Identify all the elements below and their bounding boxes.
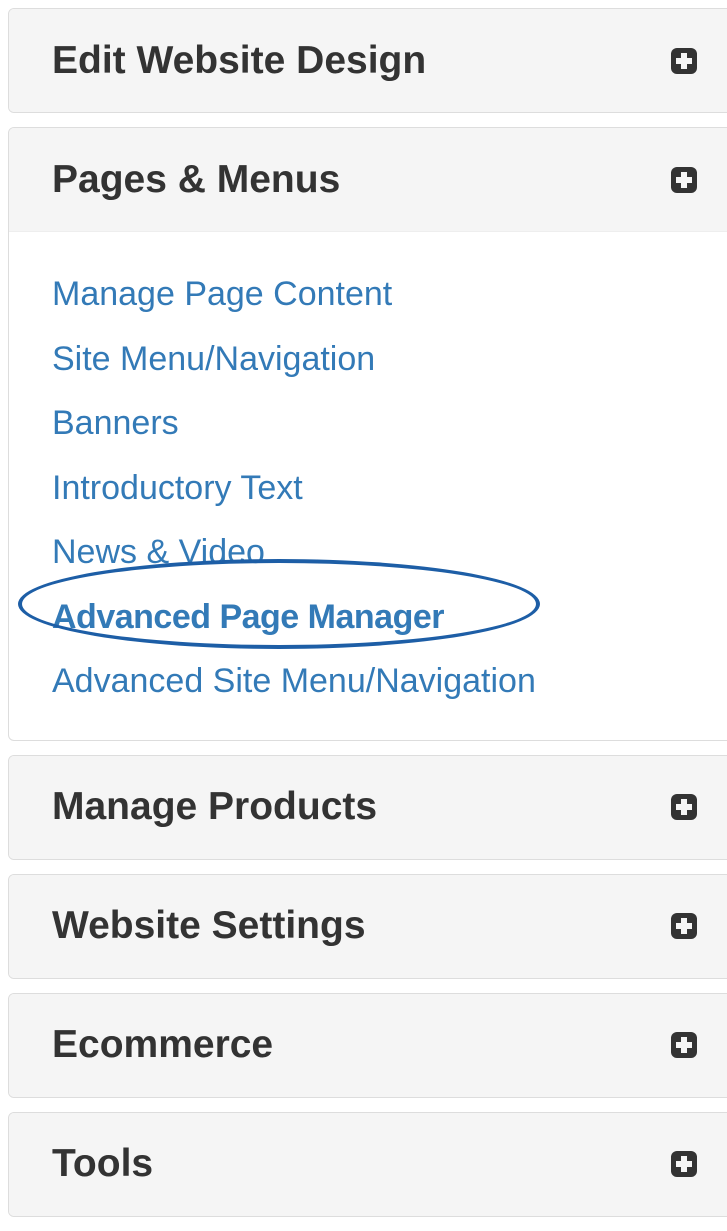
panel-heading-ecommerce[interactable]: Ecommerce [9, 993, 727, 1097]
plus-square-icon[interactable] [671, 47, 697, 74]
link-advanced-site-menu-navigation[interactable]: Advanced Site Menu/Navigation [52, 649, 727, 714]
panel-title: Tools [52, 1142, 154, 1185]
panel-heading-pages-menus[interactable]: Pages & Menus [9, 128, 727, 232]
plus-square-icon[interactable] [671, 1032, 697, 1058]
panel-title: Edit Website Design [52, 38, 427, 82]
panel-title: Manage Products [52, 785, 378, 828]
panel-title: Pages & Menus [52, 157, 341, 201]
link-manage-page-content[interactable]: Manage Page Content [52, 262, 727, 327]
panel-body-pages-menus: Manage Page Content Site Menu/Navigation… [9, 232, 727, 740]
panel-edit-website-design: Edit Website Design [8, 8, 727, 113]
panel-ecommerce: Ecommerce [8, 992, 727, 1098]
link-introductory-text[interactable]: Introductory Text [52, 456, 727, 521]
plus-square-icon[interactable] [671, 166, 697, 193]
panel-heading-tools[interactable]: Tools [9, 1112, 727, 1216]
panel-website-settings: Website Settings [8, 873, 727, 979]
link-banners[interactable]: Banners [52, 391, 727, 456]
plus-square-icon[interactable] [671, 1151, 697, 1177]
panel-heading-website-settings[interactable]: Website Settings [9, 874, 727, 978]
panel-tools: Tools [8, 1111, 727, 1217]
plus-square-icon[interactable] [671, 913, 697, 939]
link-news-video[interactable]: News & Video [52, 520, 727, 585]
panel-manage-products: Manage Products [8, 754, 727, 860]
panel-title: Ecommerce [52, 1023, 274, 1066]
panel-title: Website Settings [52, 904, 366, 947]
panel-heading-manage-products[interactable]: Manage Products [9, 755, 727, 859]
admin-accordion-menu: Edit Website Design Pages & Menus Manage… [8, 8, 727, 1231]
link-advanced-page-manager[interactable]: Advanced Page Manager [52, 585, 727, 650]
panel-heading-edit-website-design[interactable]: Edit Website Design [9, 9, 727, 112]
link-site-menu-navigation[interactable]: Site Menu/Navigation [52, 327, 727, 392]
panel-pages-menus: Pages & Menus Manage Page Content Site M… [8, 127, 727, 741]
plus-square-icon[interactable] [671, 794, 697, 820]
